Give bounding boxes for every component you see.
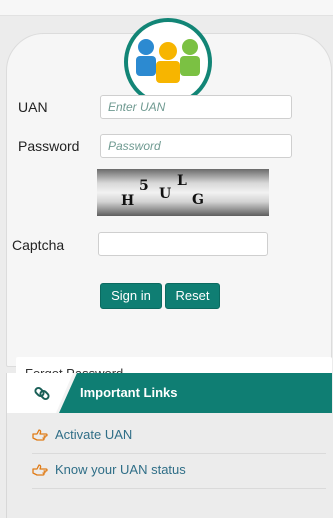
uan-label: UAN (18, 99, 48, 115)
reset-button[interactable]: Reset (165, 283, 220, 309)
link-label[interactable]: Activate UAN (55, 427, 132, 442)
captcha-char: 5 (139, 178, 149, 194)
sign-in-button[interactable]: Sign in (100, 283, 162, 309)
hand-pointing-icon (32, 464, 48, 476)
link-know-uan-status[interactable]: Know your UAN status (32, 454, 326, 489)
important-links-header: Important Links (7, 373, 332, 413)
captcha-label: Captcha (12, 237, 65, 253)
captcha-char: G (192, 192, 204, 208)
password-label: Password (18, 138, 80, 154)
users-group-icon (136, 39, 200, 83)
link-chain-icon (34, 386, 50, 401)
captcha-image: H 5 U L G (97, 169, 269, 216)
captcha-input[interactable] (98, 232, 268, 256)
password-input[interactable] (100, 134, 292, 158)
link-label[interactable]: Know your UAN status (55, 462, 186, 477)
captcha-char: L (177, 173, 187, 189)
captcha-char: U (159, 186, 171, 202)
top-bar (0, 0, 333, 16)
uan-input[interactable] (100, 95, 292, 119)
important-links-title: Important Links (80, 385, 178, 400)
link-activate-uan[interactable]: Activate UAN (32, 419, 326, 454)
captcha-char: H (121, 193, 134, 209)
logo (124, 18, 212, 106)
important-links-panel: Important Links Activate UAN Know your U… (6, 373, 332, 518)
hand-pointing-icon (32, 429, 48, 441)
